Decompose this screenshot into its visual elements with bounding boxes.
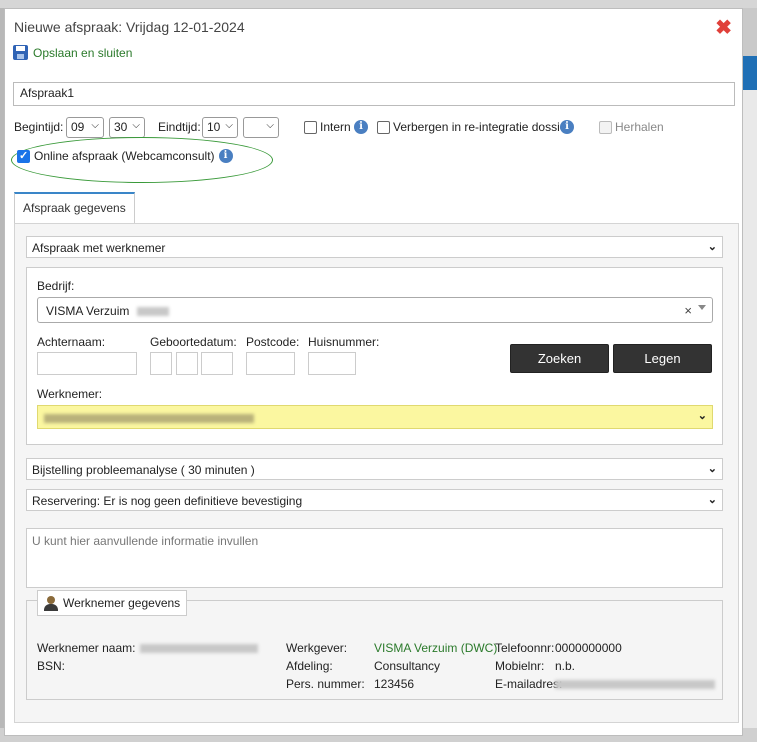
- clear-icon[interactable]: ×: [684, 303, 692, 318]
- mobile-value: n.b.: [555, 659, 576, 673]
- tab-appointment-details[interactable]: Afspraak gegevens: [14, 192, 135, 224]
- person-icon: [44, 595, 58, 611]
- appointment-type-value: Afspraak met werknemer: [32, 241, 166, 255]
- caret-down-icon: [698, 305, 706, 310]
- background-blue-bar: [741, 56, 757, 90]
- postcode-label: Postcode:: [246, 335, 300, 349]
- email-label: E-mailadres:: [495, 677, 563, 691]
- chevron-down-icon: ⌄: [707, 494, 717, 506]
- employee-details-tab[interactable]: Werknemer gegevens: [37, 590, 188, 616]
- birthdate-label: Geboortedatum:: [150, 335, 237, 349]
- begin-hour-select[interactable]: 09 ⌵: [66, 117, 104, 138]
- company-label: Bedrijf:: [37, 279, 75, 293]
- lastname-input[interactable]: [37, 352, 137, 375]
- end-hour-select[interactable]: 10 ⌵: [202, 117, 238, 138]
- hide-reintegration-label: Verbergen in re-integratie dossier: [393, 120, 571, 134]
- analysis-select[interactable]: Bijstelling probleemanalyse ( 30 minuten…: [26, 458, 723, 480]
- end-time-label: Eindtijd:: [158, 120, 201, 134]
- birth-day-input[interactable]: [150, 352, 172, 375]
- end-minute-select[interactable]: ⌵: [243, 117, 279, 138]
- clear-button[interactable]: Legen: [613, 344, 712, 373]
- chevron-down-icon: ⌄: [697, 410, 707, 422]
- lastname-label: Achternaam:: [37, 335, 106, 349]
- reservation-select[interactable]: Reservering: Er is nog geen definitieve …: [26, 489, 723, 511]
- begin-minute-select[interactable]: 30 ⌵: [109, 117, 145, 138]
- phone-value: 0000000000: [555, 641, 622, 655]
- time-row: Begintijd: 09 ⌵ 30 ⌵ Eindtijd: 10 ⌵ ⌵ In…: [13, 117, 738, 139]
- birth-month-input[interactable]: [176, 352, 198, 375]
- appointment-dialog: Nieuwe afspraak: Vrijdag 12-01-2024 ✖ Op…: [4, 8, 743, 736]
- mobile-label: Mobielnr:: [495, 659, 545, 673]
- housenumber-input[interactable]: [308, 352, 356, 375]
- close-icon[interactable]: ✖: [715, 15, 732, 40]
- dialog-title: Nieuwe afspraak: Vrijdag 12-01-2024: [14, 19, 245, 35]
- online-appointment-label: Online afspraak (Webcamconsult): [34, 149, 215, 163]
- personnel-number-value: 123456: [374, 677, 415, 691]
- floppy-disk-icon: [13, 45, 28, 60]
- phone-label: Telefoonnr:: [495, 641, 555, 655]
- begin-minute-value: 30: [114, 120, 128, 134]
- intern-label: Intern: [320, 120, 351, 134]
- chevron-down-icon: ⌵: [91, 120, 99, 131]
- save-and-close-button[interactable]: Opslaan en sluiten: [13, 45, 132, 60]
- birth-year-input[interactable]: [201, 352, 233, 375]
- info-icon[interactable]: i: [354, 120, 368, 134]
- reservation-value: Reservering: Er is nog geen definitieve …: [32, 494, 303, 508]
- employer-label: Werkgever:: [286, 641, 348, 655]
- online-appointment-checkbox[interactable]: [17, 149, 30, 163]
- online-appointment-option[interactable]: Online afspraak (Webcamconsult) i: [17, 149, 233, 163]
- housenumber-label: Huisnummer:: [308, 335, 380, 349]
- redacted-text: [44, 414, 254, 424]
- end-hour-value: 10: [207, 120, 221, 134]
- chevron-down-icon: ⌵: [225, 120, 233, 131]
- employer-link[interactable]: VISMA Verzuim (DWC): [374, 641, 497, 655]
- email-value: [555, 677, 715, 691]
- notes-textarea[interactable]: U kunt hier aanvullende informatie invul…: [26, 528, 723, 588]
- employee-name-value: [140, 641, 258, 655]
- analysis-value: Bijstelling probleemanalyse ( 30 minuten…: [32, 463, 255, 477]
- subject-input[interactable]: Afspraak1: [13, 82, 735, 106]
- chevron-down-icon: ⌄: [707, 241, 717, 253]
- department-label: Afdeling:: [286, 659, 333, 673]
- save-and-close-label: Opslaan en sluiten: [33, 45, 133, 60]
- employee-details-box: Werknemer gegevens Werknemer naam: BSN: …: [26, 590, 723, 700]
- background-right: [741, 90, 757, 740]
- redacted-text: [140, 644, 258, 654]
- company-select[interactable]: VISMA Verzuim ×: [37, 297, 713, 323]
- intern-checkbox[interactable]: [304, 121, 317, 134]
- info-icon[interactable]: i: [218, 149, 233, 163]
- personnel-number-label: Pers. nummer:: [286, 677, 365, 691]
- repeat-label: Herhalen: [615, 120, 664, 134]
- info-icon[interactable]: i: [560, 120, 574, 134]
- employee-search-box: Bedrijf: VISMA Verzuim × Achternaam: Geb…: [26, 267, 723, 445]
- background-top: [0, 0, 757, 8]
- employee-label: Werknemer:: [37, 387, 103, 401]
- redacted-text: [136, 307, 169, 317]
- department-value: Consultancy: [374, 659, 441, 673]
- employee-details-tab-label: Werknemer gegevens: [63, 596, 181, 610]
- employee-name-label: Werknemer naam:: [37, 641, 136, 655]
- bsn-label: BSN:: [37, 659, 66, 673]
- postcode-input[interactable]: [246, 352, 295, 375]
- chevron-down-icon: ⌵: [132, 120, 140, 131]
- begin-hour-value: 09: [71, 120, 85, 134]
- appointment-details-panel: Afspraak met werknemer ⌄ Bedrijf: VISMA …: [14, 223, 739, 723]
- redacted-text: [555, 680, 715, 690]
- begin-time-label: Begintijd:: [14, 120, 64, 134]
- appointment-type-select[interactable]: Afspraak met werknemer ⌄: [26, 236, 723, 258]
- search-button[interactable]: Zoeken: [510, 344, 609, 373]
- chevron-down-icon: ⌄: [707, 463, 717, 475]
- hide-reintegration-checkbox[interactable]: [377, 121, 390, 134]
- employee-select[interactable]: ⌄: [37, 405, 713, 429]
- chevron-down-icon: ⌵: [266, 120, 274, 131]
- repeat-checkbox[interactable]: [599, 121, 612, 134]
- company-value: VISMA Verzuim: [46, 304, 130, 318]
